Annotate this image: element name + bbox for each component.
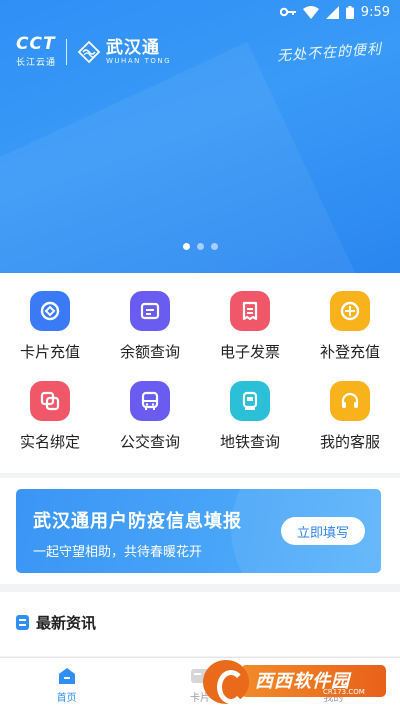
service-invoice[interactable]: 电子发票 <box>200 291 300 381</box>
watermark-subtext: CR173.COM <box>323 688 365 696</box>
customer-service-icon <box>330 381 370 421</box>
hero-decoration <box>0 41 358 273</box>
wuhan-tong-logo: 武汉通 WUHAN TONG <box>77 39 171 65</box>
service-balance-query[interactable]: 余额查询 <box>100 291 200 381</box>
metro-query-icon <box>230 381 270 421</box>
news-header: 最新资讯 <box>16 612 96 633</box>
card-recharge-icon <box>30 291 70 331</box>
hero-banner[interactable]: 9:59 CCT 长江云通 武汉通 WUHAN TONG 无处不在的便利 <box>0 0 400 273</box>
service-label: 地铁查询 <box>219 433 280 451</box>
service-supplement-recharge[interactable]: 补登充值 <box>300 291 400 381</box>
supplement-recharge-icon <box>330 291 370 331</box>
news-icon <box>16 615 29 630</box>
key-icon <box>279 7 296 17</box>
site-watermark: 西西软件园 CR173.COM <box>203 660 389 704</box>
home-icon <box>58 668 75 684</box>
carousel-dot[interactable] <box>196 243 204 250</box>
wuhan-tong-logo-en: WUHAN TONG <box>106 57 172 65</box>
service-label: 公交查询 <box>119 433 180 451</box>
realname-bind-icon <box>30 381 70 421</box>
epidemic-report-banner[interactable]: 武汉通用户防疫信息填报 一起守望相助，共待春暖花开 立即填写 <box>16 489 381 573</box>
service-realname-bind[interactable]: 实名绑定 <box>0 381 100 471</box>
watermark-logo-icon <box>203 660 249 704</box>
wuhan-tong-logo-text: 武汉通 <box>106 38 161 58</box>
news-section: 最新资讯 <box>0 592 400 656</box>
tab-label: 首页 <box>56 693 77 704</box>
carousel-dot[interactable] <box>182 243 190 250</box>
carousel-indicator <box>0 243 400 250</box>
banner-title: 武汉通用户防疫信息填报 <box>33 511 242 532</box>
service-customer-service[interactable]: 我的客服 <box>300 381 400 471</box>
service-card-recharge[interactable]: 卡片充值 <box>0 291 100 381</box>
balance-query-icon <box>130 291 170 331</box>
news-title: 最新资讯 <box>36 614 97 632</box>
wuhan-tong-logo-icon <box>77 40 101 64</box>
service-grid: 卡片充值 余额查询 电子发票 补登充值 实名绑定 公交查询 地铁查询 我的客服 <box>0 273 400 473</box>
fill-now-button[interactable]: 立即填写 <box>281 517 365 545</box>
battery-icon <box>345 5 354 19</box>
service-label: 余额查询 <box>119 343 180 361</box>
status-bar: 9:59 <box>0 0 400 24</box>
status-time: 9:59 <box>360 4 390 20</box>
signal-icon <box>325 5 339 19</box>
service-label: 我的客服 <box>319 433 380 451</box>
invoice-icon <box>230 291 270 331</box>
service-bus-query[interactable]: 公交查询 <box>100 381 200 471</box>
bus-query-icon <box>130 381 170 421</box>
service-label: 电子发票 <box>219 343 280 361</box>
banner-subtitle: 一起守望相助，共待春暖花开 <box>33 545 203 560</box>
hero-slogan: 无处不在的便利 <box>276 41 383 65</box>
cct-logo: CCT 长江云通 <box>16 34 57 69</box>
wifi-icon <box>302 5 319 19</box>
tab-home[interactable]: 首页 <box>0 658 133 710</box>
service-label: 补登充值 <box>319 343 380 361</box>
cct-logo-subtext: 长江云通 <box>16 58 57 68</box>
service-metro-query[interactable]: 地铁查询 <box>200 381 300 471</box>
carousel-dot[interactable] <box>210 243 218 250</box>
promo-section: 武汉通用户防疫信息填报 一起守望相助，共待春暖花开 立即填写 <box>0 478 400 584</box>
brand-divider <box>66 39 68 65</box>
brand-logos: CCT 长江云通 武汉通 WUHAN TONG <box>16 34 171 69</box>
service-label: 卡片充值 <box>19 343 80 361</box>
cct-logo-text: CCT <box>16 34 56 54</box>
service-label: 实名绑定 <box>19 433 80 451</box>
